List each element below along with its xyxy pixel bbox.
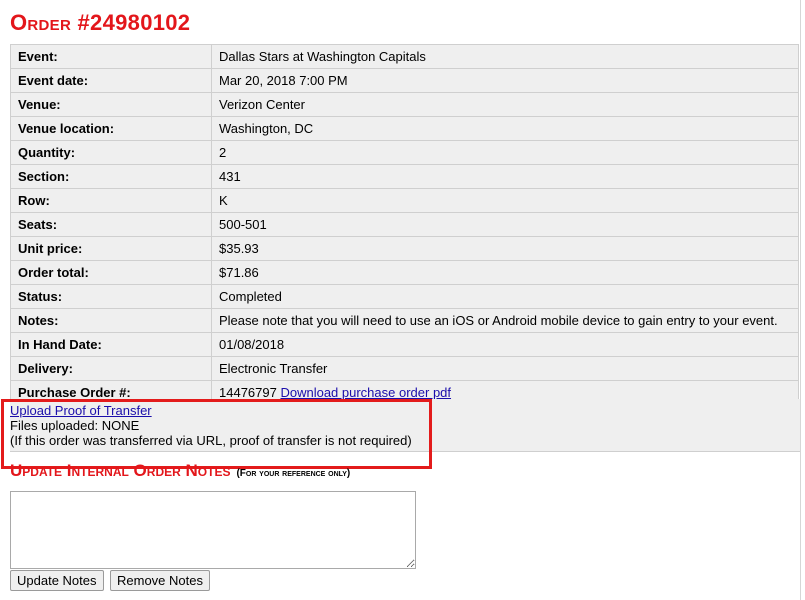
order-details-table: Event: Dallas Stars at Washington Capital… <box>10 44 799 405</box>
detail-value: 01/08/2018 <box>211 332 799 357</box>
detail-value: 431 <box>211 164 799 189</box>
detail-value: Completed <box>211 284 799 309</box>
detail-value: 500-501 <box>211 212 799 237</box>
detail-label: Venue location: <box>10 116 212 141</box>
detail-row: Seats: 500-501 <box>10 212 799 237</box>
detail-label: Seats: <box>10 212 212 237</box>
detail-row: Venue: Verizon Center <box>10 92 799 117</box>
detail-label: Unit price: <box>10 236 212 261</box>
detail-label: In Hand Date: <box>10 332 212 357</box>
detail-value: Please note that you will need to use an… <box>211 308 799 333</box>
detail-row: Event: Dallas Stars at Washington Capital… <box>10 44 799 69</box>
detail-value: 2 <box>211 140 799 165</box>
purchase-order-number: 14476797 <box>219 385 277 400</box>
internal-notes-textarea[interactable] <box>10 491 416 569</box>
detail-label: Event date: <box>10 68 212 93</box>
detail-row: Event date: Mar 20, 2018 7:00 PM <box>10 68 799 93</box>
detail-label: Status: <box>10 284 212 309</box>
detail-value: K <box>211 188 799 213</box>
detail-label: Section: <box>10 164 212 189</box>
detail-row: Row: K <box>10 188 799 213</box>
detail-row: Quantity: 2 <box>10 140 799 165</box>
order-title: Order #24980102 <box>10 10 191 35</box>
detail-row: Unit price: $35.93 <box>10 236 799 261</box>
detail-value: Electronic Transfer <box>211 356 799 381</box>
detail-label: Delivery: <box>10 356 212 381</box>
download-purchase-order-link[interactable]: Download purchase order pdf <box>280 385 451 400</box>
detail-row: Status: Completed <box>10 284 799 309</box>
detail-value: $71.86 <box>211 260 799 285</box>
detail-value: Verizon Center <box>211 92 799 117</box>
detail-row: In Hand Date: 01/08/2018 <box>10 332 799 357</box>
detail-value: Dallas Stars at Washington Capitals <box>211 44 799 69</box>
detail-row: Delivery: Electronic Transfer <box>10 356 799 381</box>
notes-heading-title: Update Internal Order Notes <box>10 461 231 480</box>
detail-value: Washington, DC <box>211 116 799 141</box>
detail-value: $35.93 <box>211 236 799 261</box>
detail-label: Row: <box>10 188 212 213</box>
detail-row: Notes: Please note that you will need to … <box>10 308 799 333</box>
highlight-box <box>1 399 432 469</box>
detail-value: Mar 20, 2018 7:00 PM <box>211 68 799 93</box>
detail-label: Order total: <box>10 260 212 285</box>
notes-heading: Update Internal Order Notes (For your ref… <box>10 461 350 484</box>
detail-label: Venue: <box>10 92 212 117</box>
detail-label: Quantity: <box>10 140 212 165</box>
detail-label: Event: <box>10 44 212 69</box>
notes-heading-subtitle: (For your reference only) <box>236 468 351 479</box>
update-notes-button[interactable]: Update Notes <box>10 570 104 591</box>
detail-label: Notes: <box>10 308 212 333</box>
remove-notes-button[interactable]: Remove Notes <box>110 570 210 591</box>
detail-row: Section: 431 <box>10 164 799 189</box>
detail-row: Venue location: Washington, DC <box>10 116 799 141</box>
detail-row: Order total: $71.86 <box>10 260 799 285</box>
